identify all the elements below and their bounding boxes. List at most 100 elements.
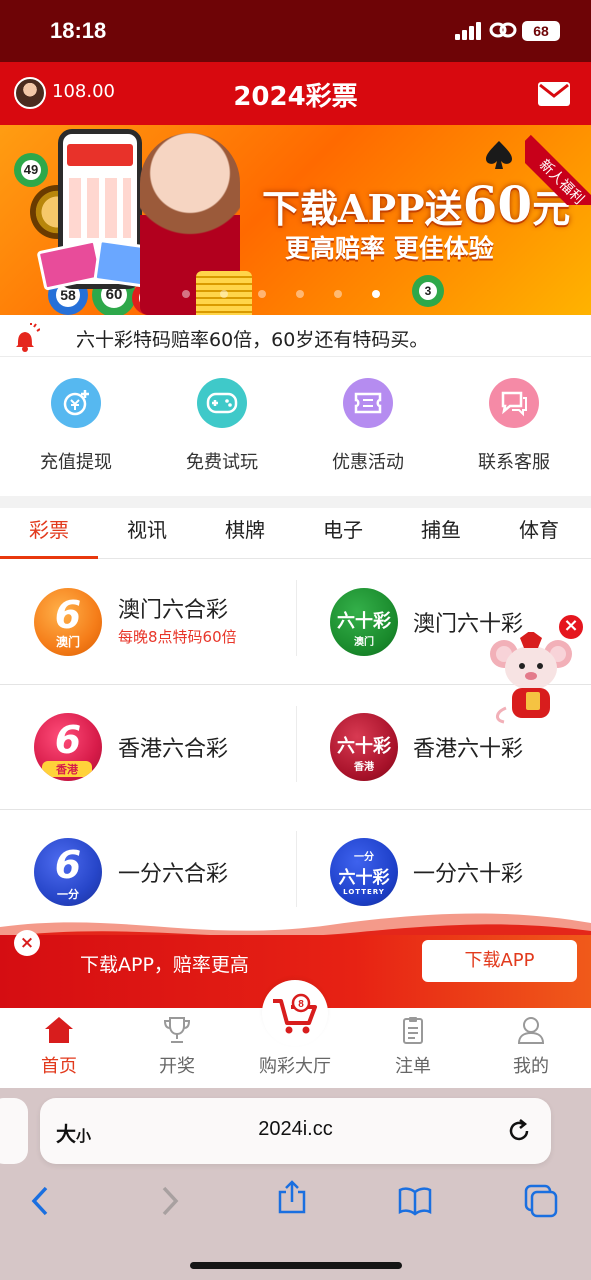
tab-lottery[interactable]: 彩票 xyxy=(0,514,98,543)
promotions-button[interactable]: 优惠活动 xyxy=(308,378,428,474)
mail-icon[interactable] xyxy=(538,82,570,106)
new-user-ribbon: 新人福利 xyxy=(525,125,591,205)
game-grid: 6 澳门 澳门六合彩 每晚8点特码60倍 六十彩 澳门 澳门六十彩 6 香港 香… xyxy=(0,560,591,940)
nav-label: 购彩大厅 xyxy=(259,1056,331,1077)
status-time: 18:18 xyxy=(50,18,107,43)
game-subtitle: 每晚8点特码60倍 xyxy=(118,628,237,646)
tab-chess-cards[interactable]: 棋牌 xyxy=(196,514,294,543)
tab-electronic[interactable]: 电子 xyxy=(294,514,392,543)
ball-number: 3 xyxy=(419,282,437,300)
bell-icon xyxy=(16,323,40,352)
share-icon[interactable] xyxy=(275,1180,309,1214)
address-bar[interactable]: 大小 2024i.cc xyxy=(40,1098,551,1164)
carousel-dots[interactable] xyxy=(182,283,410,302)
svg-text:8: 8 xyxy=(298,999,304,1010)
tab-fishing[interactable]: 捕鱼 xyxy=(392,514,490,543)
notice-bar[interactable]: 六十彩特码赔率60倍，60岁还有特码买。 xyxy=(0,315,591,357)
nav-label: 注单 xyxy=(395,1056,431,1077)
close-download-bar-button[interactable]: × xyxy=(14,930,40,956)
hongkong-sixty-logo: 六十彩 香港 xyxy=(330,713,398,781)
reload-icon[interactable] xyxy=(506,1118,532,1144)
logo-text: 六十彩 xyxy=(337,736,391,757)
nav-orders[interactable]: 注单 xyxy=(363,1016,463,1078)
user-icon xyxy=(517,1017,545,1044)
hotspot-link-icon xyxy=(489,22,517,38)
bookmarks-icon[interactable] xyxy=(398,1184,432,1218)
quick-action-label: 联系客服 xyxy=(478,452,550,473)
banner-subline: 更高赔率 更佳体验 xyxy=(285,234,494,263)
quick-action-label: 优惠活动 xyxy=(332,452,404,473)
close-mascot-button[interactable]: × xyxy=(557,613,585,641)
download-promo-text: 下载APP，赔率更高 xyxy=(80,954,249,976)
nav-label: 我的 xyxy=(513,1056,549,1077)
macau-mark-six-logo: 6 澳门 xyxy=(34,588,102,656)
tab-live-video[interactable]: 视讯 xyxy=(98,514,196,543)
banner-headline-amount: 60 xyxy=(462,175,533,234)
nav-profile[interactable]: 我的 xyxy=(481,1016,581,1078)
logo-text: 六十彩 xyxy=(337,611,391,632)
app-header: 108.00 2024彩票 xyxy=(0,62,591,125)
promo-banner[interactable]: 49 58 60 8 下载APP送60元 更高赔率 更佳体验 3 新人福利 xyxy=(0,125,591,315)
banner-headline-prefix: 下载APP送 xyxy=(262,186,463,231)
nav-label: 首页 xyxy=(41,1056,77,1077)
free-trial-button[interactable]: 免费试玩 xyxy=(162,378,282,474)
logo-text: 六十彩 xyxy=(338,868,390,888)
macau-sixty-logo: 六十彩 澳门 xyxy=(330,588,398,656)
carousel-dot[interactable] xyxy=(220,290,228,298)
home-indicator xyxy=(190,1262,402,1269)
carousel-dot[interactable] xyxy=(258,290,266,298)
carousel-dot[interactable] xyxy=(334,290,342,298)
ball-number: 49 xyxy=(21,160,41,180)
nav-lottery-hall[interactable]: 购彩大厅 xyxy=(245,1048,345,1078)
logo-tag: 澳门 xyxy=(55,635,80,649)
carousel-dot[interactable] xyxy=(182,290,190,298)
lottery-hall-cart-button[interactable]: 8 xyxy=(262,980,328,1046)
chat-bubble-icon xyxy=(489,378,539,428)
logo-tag: 澳门 xyxy=(354,637,374,648)
logo-text: 6 xyxy=(54,718,82,762)
logo-top-text: 一分 xyxy=(354,852,374,863)
hongkong-mark-six-logo: 6 香港 xyxy=(34,713,102,781)
ribbon-label: 新人福利 xyxy=(525,134,591,205)
lottery-ball-icon: 3 xyxy=(412,275,444,307)
category-tabs: 彩票 视讯 棋牌 电子 捕鱼 体育 xyxy=(0,508,591,559)
quick-actions: 充值提现 免费试玩 优惠活动 联系客服 xyxy=(0,358,591,496)
game-name: 香港六合彩 xyxy=(118,737,229,762)
tabs-icon[interactable] xyxy=(524,1184,558,1218)
notice-text: 六十彩特码赔率60倍，60岁还有特码买。 xyxy=(76,329,429,351)
game-name: 一分六合彩 xyxy=(118,862,229,887)
lottery-ball-icon: 49 xyxy=(14,153,48,187)
url-text[interactable]: 2024i.cc xyxy=(40,1118,551,1141)
nav-home[interactable]: 首页 xyxy=(9,1016,109,1078)
logo-tag: 香港 xyxy=(354,762,374,773)
ticket-icon xyxy=(343,378,393,428)
game-name: 香港六十彩 xyxy=(413,737,524,762)
clipboard-icon xyxy=(403,1017,423,1044)
battery-indicator: 68 xyxy=(522,21,560,41)
cart-icon: 8 xyxy=(273,993,317,1034)
tab-sports[interactable]: 体育 xyxy=(490,514,588,543)
previous-tab-preview[interactable] xyxy=(0,1098,28,1164)
page-title: 2024彩票 xyxy=(233,82,358,112)
wallet-plus-icon xyxy=(51,378,101,428)
one-minute-mark-six-logo: 6 一分 xyxy=(34,838,102,906)
mascot-mouse-image[interactable] xyxy=(486,632,576,726)
nav-results[interactable]: 开奖 xyxy=(127,1016,227,1078)
browser-toolbar: 大小 2024i.cc xyxy=(0,1088,591,1280)
back-icon[interactable] xyxy=(24,1184,58,1218)
one-minute-sixty-logo: 一分 六十彩 LOTTERY xyxy=(330,838,398,906)
forward-icon[interactable] xyxy=(152,1184,186,1218)
quick-action-label: 免费试玩 xyxy=(186,452,258,473)
logo-text: 6 xyxy=(54,593,82,637)
game-card-hongkong-mark-six[interactable]: 6 香港 香港六合彩 xyxy=(0,685,296,809)
logo-tag: 一分 xyxy=(57,888,79,901)
carousel-dot[interactable] xyxy=(296,290,304,298)
customer-service-button[interactable]: 联系客服 xyxy=(454,378,574,474)
section-divider xyxy=(0,496,591,508)
trophy-icon xyxy=(163,1017,191,1043)
recharge-withdraw-button[interactable]: 充值提现 xyxy=(16,378,136,474)
logo-tag: 香港 xyxy=(42,761,92,777)
download-app-button[interactable]: 下载APP xyxy=(422,940,577,982)
carousel-dot[interactable] xyxy=(372,290,380,298)
game-card-macau-mark-six[interactable]: 6 澳门 澳门六合彩 每晚8点特码60倍 xyxy=(0,560,296,684)
